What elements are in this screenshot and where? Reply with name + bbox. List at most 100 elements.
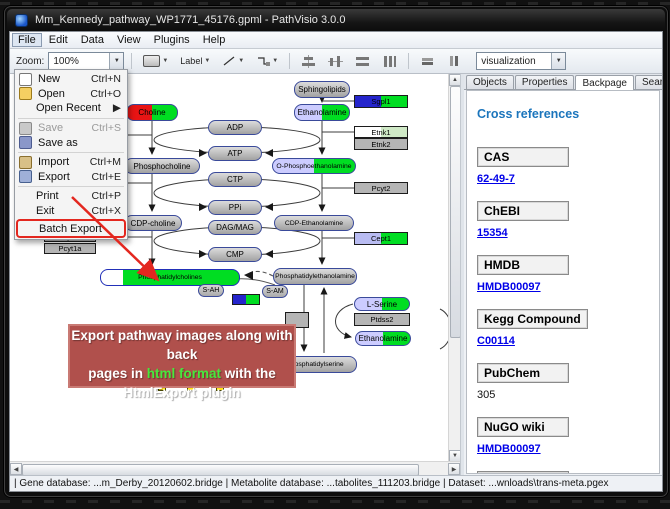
pathway-node-ethanolamine[interactable]: Ethanolamine (355, 331, 411, 346)
menu-item-shortcut: Ctrl+P (92, 190, 121, 202)
tab-objects[interactable]: Objects (466, 75, 514, 89)
pathway-node-sgpl1[interactable]: Sgpl1 (354, 95, 408, 108)
crossref-link[interactable]: C00114 (477, 335, 515, 347)
pathway-node-unlabeled[interactable] (232, 294, 260, 305)
file-menu-item-exit[interactable]: ExitCtrl+X (15, 204, 127, 219)
scroll-left-icon[interactable]: ◀ (10, 463, 22, 475)
pathway-node-cept1[interactable]: Cept1 (354, 232, 408, 245)
file-menu-item-import[interactable]: ImportCtrl+M (15, 155, 127, 170)
zoom-combobox[interactable]: 100% ▼ (48, 52, 124, 70)
distribute-horizontal-button[interactable] (351, 51, 374, 71)
file-menu-item-batch-export[interactable]: Batch Export (18, 221, 124, 236)
crossref-link[interactable]: 15354 (477, 227, 508, 239)
menu-item-label: Open Recent (36, 102, 113, 114)
label-tool-button[interactable]: Label ▼ (176, 51, 214, 71)
pathway-node-adp[interactable]: ADP (208, 120, 262, 135)
chevron-down-icon[interactable]: ▼ (238, 58, 244, 64)
pathway-node-cdp-choline[interactable]: CDP-choline (124, 215, 182, 231)
tab-backpage[interactable]: Backpage (575, 75, 633, 90)
stack-vertical-button[interactable] (443, 51, 466, 71)
crossref-header: NuGO wiki (477, 417, 569, 437)
tab-properties[interactable]: Properties (515, 75, 575, 89)
chevron-down-icon[interactable]: ▼ (204, 58, 210, 64)
menu-bar: FileEditDataViewPluginsHelp (10, 32, 662, 49)
none-icon (19, 191, 30, 202)
crossref-value[interactable]: HMDB00097 (477, 443, 649, 455)
stack-horizontal-icon (420, 55, 435, 67)
file-menu-item-new[interactable]: NewCtrl+N (15, 72, 127, 87)
pathway-node-pcyt1a[interactable]: Pcyt1a (44, 243, 96, 254)
sidebar: ObjectsPropertiesBackpageSearchLegend Cr… (464, 74, 662, 476)
pathway-node-etnk2[interactable]: Etnk2 (354, 138, 408, 150)
pathway-node-cdp-ethanolamine[interactable]: CDP-Ethanolamine (274, 215, 354, 231)
title-bar[interactable]: Mm_Kennedy_pathway_WP1771_45176.gpml - P… (7, 9, 665, 31)
visualization-combobox[interactable]: visualization ▼ (476, 52, 566, 70)
pathway-node-phosphatidylethanolamine[interactable]: Phosphatidylethanolamine (273, 268, 357, 285)
datanode-tool-button[interactable]: ▼ (139, 51, 172, 71)
stack-horizontal-button[interactable] (416, 51, 439, 71)
menu-file[interactable]: File (12, 33, 42, 47)
menu-view[interactable]: View (111, 33, 147, 47)
line-tool-button[interactable]: ▼ (218, 51, 248, 71)
pathway-node-s-ah[interactable]: S-AH (198, 284, 224, 297)
crossref-value[interactable]: 15354 (477, 227, 649, 239)
file-menu-item-open[interactable]: OpenCtrl+O (15, 87, 127, 102)
file-menu-item-save-as[interactable]: Save as (15, 135, 127, 150)
crossref-value[interactable]: 62-49-7 (477, 173, 649, 185)
menu-separator (18, 118, 124, 119)
pathway-node-phosphocholine[interactable]: Phosphocholine (124, 158, 200, 174)
stack-vertical-icon (447, 55, 462, 67)
crossref-link[interactable]: 62-49-7 (477, 173, 515, 185)
pathway-node-pcyt2[interactable]: Pcyt2 (354, 182, 408, 194)
file-menu-item-print[interactable]: PrintCtrl+P (15, 189, 127, 204)
file-menu-item-open-recent[interactable]: Open Recent▶ (15, 101, 127, 116)
pathway-node-ethanolamine[interactable]: Ethanolamine (294, 104, 350, 121)
pathway-node-cmp[interactable]: CMP (208, 247, 262, 262)
pathway-node-etnk1[interactable]: Etnk1 (354, 126, 408, 138)
menu-plugins[interactable]: Plugins (148, 33, 196, 47)
connector-tool-button[interactable]: ▼ (252, 51, 282, 71)
chevron-down-icon[interactable]: ▼ (109, 53, 123, 69)
menu-item-shortcut: Ctrl+S (92, 122, 121, 134)
menu-edit[interactable]: Edit (43, 33, 74, 47)
menu-item-label: Exit (36, 205, 92, 217)
annotation-callout: Export pathway images along with back pa… (68, 324, 296, 388)
pathway-node-choline[interactable]: Choline (126, 104, 178, 121)
pathway-node-ppi[interactable]: PPi (208, 200, 262, 215)
crossref-header: CAS (477, 147, 569, 167)
pathway-node-atp[interactable]: ATP (208, 146, 262, 161)
menu-data[interactable]: Data (75, 33, 110, 47)
pathway-node-l-serine[interactable]: L-Serine (354, 297, 410, 311)
file-menu-item-save[interactable]: SaveCtrl+S (15, 121, 127, 136)
pathway-node-ptdss2[interactable]: Ptdss2 (354, 313, 410, 326)
canvas-horizontal-scrollbar[interactable]: ◀ ▶ (10, 461, 460, 476)
chevron-down-icon[interactable]: ▼ (272, 58, 278, 64)
pathway-node-dag-mag[interactable]: DAG/MAG (208, 220, 262, 235)
pathway-node-ctp[interactable]: CTP (208, 172, 262, 187)
file-menu-item-export[interactable]: ExportCtrl+E (15, 170, 127, 185)
crossref-section-pubchem: PubChem305 (477, 363, 649, 401)
align-center-button[interactable] (297, 51, 320, 71)
pathway-node-sphingolipids[interactable]: Sphingolipids (294, 81, 350, 98)
toolbar-separator (131, 53, 132, 69)
scroll-right-icon[interactable]: ▶ (448, 463, 460, 475)
desktop-artifact-top (0, 2, 670, 5)
crossref-header: HMDB (477, 255, 569, 275)
menu-item-shortcut: Ctrl+M (90, 156, 121, 168)
zoom-label: Zoom: (16, 56, 44, 67)
distribute-vertical-button[interactable] (378, 51, 401, 71)
crossref-link[interactable]: HMDB00097 (477, 281, 541, 293)
chevron-down-icon[interactable]: ▼ (162, 58, 168, 64)
tab-search[interactable]: Search (635, 75, 663, 89)
menu-item-shortcut: Ctrl+X (92, 205, 121, 217)
chevron-down-icon[interactable]: ▼ (551, 53, 565, 69)
visualization-value: visualization (477, 56, 551, 67)
pathway-node-s-am[interactable]: S-AM (262, 285, 288, 298)
menu-help[interactable]: Help (197, 33, 232, 47)
crossref-value[interactable]: C00114 (477, 335, 649, 347)
align-middle-button[interactable] (324, 51, 347, 71)
pathway-node-o-phosphoethanolamine[interactable]: O-Phosphoethanolamine (272, 158, 356, 174)
crossref-value[interactable]: HMDB00097 (477, 281, 649, 293)
none-icon (19, 206, 30, 217)
crossref-link[interactable]: HMDB00097 (477, 443, 541, 455)
